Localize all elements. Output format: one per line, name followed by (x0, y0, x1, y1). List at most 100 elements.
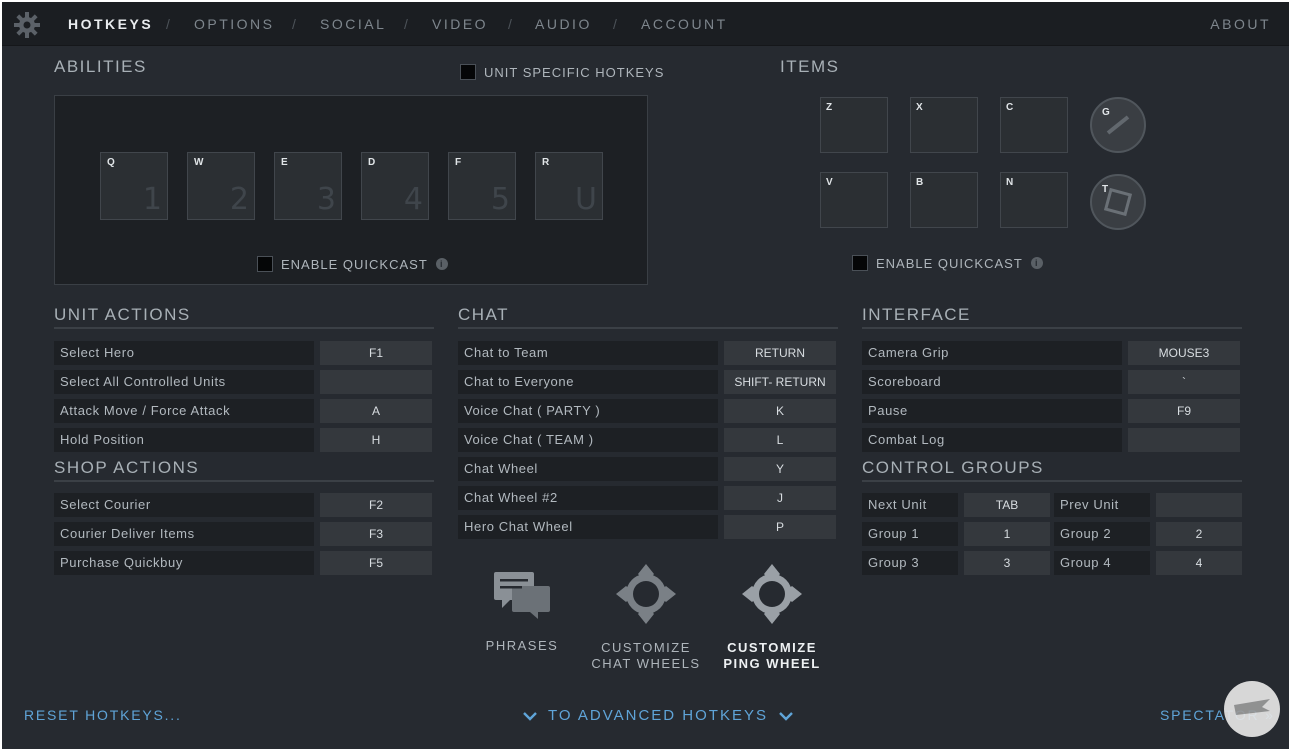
advanced-hotkeys-toggle[interactable]: TO ADVANCED HOTKEYS (522, 707, 794, 724)
hotkey-row[interactable]: Chat to Everyone SHIFT- RETURN (458, 370, 836, 394)
hotkey-label: Next Unit (862, 493, 958, 517)
hotkey-row[interactable]: Group 33 (862, 551, 1050, 575)
tab-options[interactable]: OPTIONS (194, 16, 275, 32)
phrases-button[interactable]: PHRASES (472, 568, 572, 654)
hotkey-row[interactable]: Chat Wheel #2 J (458, 486, 836, 510)
item-slot-v[interactable]: V (820, 172, 888, 228)
hotkey-binding[interactable]: RETURN (724, 341, 836, 365)
hotkey-row[interactable]: Next Unit TAB (862, 493, 1050, 517)
ping-wheel-label-2: PING WHEEL (723, 656, 821, 671)
hotkey-label: Combat Log (862, 428, 1122, 452)
hotkey-row[interactable]: Group 22 (1054, 522, 1242, 546)
hotkey-row[interactable]: Attack Move / Force Attack A (54, 399, 432, 423)
hotkey-binding[interactable]: F3 (320, 522, 432, 546)
slot-number: U (575, 182, 597, 217)
hotkey-label: Group 3 (862, 551, 958, 575)
hotkey-binding[interactable]: 4 (1156, 551, 1242, 575)
hotkey-row[interactable]: Courier Deliver Items F3 (54, 522, 432, 546)
slot-hotkey: Q (107, 157, 115, 168)
hotkey-binding[interactable]: 2 (1156, 522, 1242, 546)
items-title: ITEMS (780, 57, 840, 76)
ability-slot-q[interactable]: Q1 (100, 152, 168, 220)
hotkey-row[interactable]: Scoreboard ` (862, 370, 1240, 394)
hotkey-binding[interactable]: Y (724, 457, 836, 481)
hotkey-row[interactable]: Group 11 (862, 522, 1050, 546)
hotkey-row[interactable]: Pause F9 (862, 399, 1240, 423)
hotkey-label: Select All Controlled Units (54, 370, 314, 394)
hotkey-binding[interactable]: SHIFT- RETURN (724, 370, 836, 394)
abilities-quickcast-toggle[interactable]: ENABLE QUICKCAST i (257, 256, 448, 272)
hotkey-row[interactable]: Hero Chat Wheel P (458, 515, 836, 539)
hotkey-label: Chat to Everyone (458, 370, 718, 394)
items-quickcast-toggle[interactable]: ENABLE QUICKCAST i (852, 255, 1043, 271)
hotkey-binding[interactable]: MOUSE3 (1128, 341, 1240, 365)
hotkey-binding[interactable]: J (724, 486, 836, 510)
ability-slot-e[interactable]: E3 (274, 152, 342, 220)
hotkey-row[interactable]: Purchase Quickbuy F5 (54, 551, 432, 575)
hotkey-row[interactable]: Select Courier F2 (54, 493, 432, 517)
hotkey-binding[interactable]: A (320, 399, 432, 423)
hotkey-row[interactable]: Voice Chat ( TEAM ) L (458, 428, 836, 452)
customize-ping-wheel-button[interactable]: CUSTOMIZE PING WHEEL (712, 562, 832, 672)
settings-window: HOTKEYS / OPTIONS / SOCIAL / VIDEO / AUD… (0, 0, 1291, 751)
tab-video[interactable]: VIDEO (432, 16, 488, 32)
hotkey-binding[interactable]: 1 (964, 522, 1050, 546)
reset-hotkeys-link[interactable]: RESET HOTKEYS... (24, 707, 182, 723)
nav-separator: / (508, 16, 512, 32)
item-slot-z[interactable]: Z (820, 97, 888, 153)
chat-title: CHAT (458, 305, 510, 324)
slot-hotkey: C (1006, 102, 1014, 113)
hotkey-binding[interactable]: 3 (964, 551, 1050, 575)
hotkey-row[interactable]: Chat Wheel Y (458, 457, 836, 481)
hotkey-row[interactable]: Voice Chat ( PARTY ) K (458, 399, 836, 423)
tab-hotkeys[interactable]: HOTKEYS (68, 16, 153, 32)
hotkey-binding[interactable]: ` (1128, 370, 1240, 394)
hotkey-binding[interactable]: F9 (1128, 399, 1240, 423)
hotkey-binding[interactable]: P (724, 515, 836, 539)
abilities-quickcast-checkbox[interactable] (257, 256, 273, 272)
advanced-hotkeys-label: TO ADVANCED HOTKEYS (548, 707, 768, 724)
hotkey-row[interactable]: Select All Controlled Units (54, 370, 432, 394)
unit-specific-checkbox[interactable] (460, 64, 476, 80)
hotkey-row[interactable]: Prev Unit (1054, 493, 1242, 517)
hotkey-row[interactable]: Select Hero F1 (54, 341, 432, 365)
hotkey-binding[interactable]: K (724, 399, 836, 423)
tab-social[interactable]: SOCIAL (320, 16, 386, 32)
customize-chat-wheels-button[interactable]: CUSTOMIZE CHAT WHEELS (586, 562, 706, 672)
hotkey-binding[interactable] (320, 370, 432, 394)
hotkey-binding[interactable]: H (320, 428, 432, 452)
hotkey-binding[interactable]: F5 (320, 551, 432, 575)
slot-hotkey: F (455, 157, 462, 168)
hotkey-binding[interactable]: TAB (964, 493, 1050, 517)
hotkey-binding[interactable] (1128, 428, 1240, 452)
gear-icon[interactable] (14, 12, 40, 38)
item-slot-n[interactable]: N (1000, 172, 1068, 228)
item-slot-b[interactable]: B (910, 172, 978, 228)
ability-slot-r[interactable]: RU (535, 152, 603, 220)
items-quickcast-checkbox[interactable] (852, 255, 868, 271)
hotkey-row[interactable]: Chat to Team RETURN (458, 341, 836, 365)
about-link[interactable]: ABOUT (1210, 16, 1271, 32)
item-slot-x[interactable]: X (910, 97, 978, 153)
teleport-slot[interactable]: T (1090, 174, 1146, 230)
hotkey-row[interactable]: Combat Log (862, 428, 1240, 452)
tab-account[interactable]: ACCOUNT (641, 16, 728, 32)
neutral-item-slot[interactable]: G (1090, 97, 1146, 153)
hotkey-row[interactable]: Group 44 (1054, 551, 1242, 575)
unit-specific-hotkeys-toggle[interactable]: UNIT SPECIFIC HOTKEYS (460, 64, 664, 80)
info-icon[interactable]: i (1030, 257, 1043, 269)
hotkey-binding[interactable] (1156, 493, 1242, 517)
chat-wheel-icon (616, 564, 676, 624)
hotkey-binding[interactable]: L (724, 428, 836, 452)
hotkey-row[interactable]: Hold Position H (54, 428, 432, 452)
ability-slot-w[interactable]: W2 (187, 152, 255, 220)
ability-slot-d[interactable]: D4 (361, 152, 429, 220)
ability-slot-f[interactable]: F5 (448, 152, 516, 220)
item-slot-c[interactable]: C (1000, 97, 1068, 153)
hotkey-row[interactable]: Camera Grip MOUSE3 (862, 341, 1240, 365)
hotkey-binding[interactable]: F1 (320, 341, 432, 365)
tab-audio[interactable]: AUDIO (535, 16, 592, 32)
hotkey-binding[interactable]: F2 (320, 493, 432, 517)
speech-bubbles-icon (494, 572, 550, 619)
info-icon[interactable]: i (435, 258, 448, 270)
